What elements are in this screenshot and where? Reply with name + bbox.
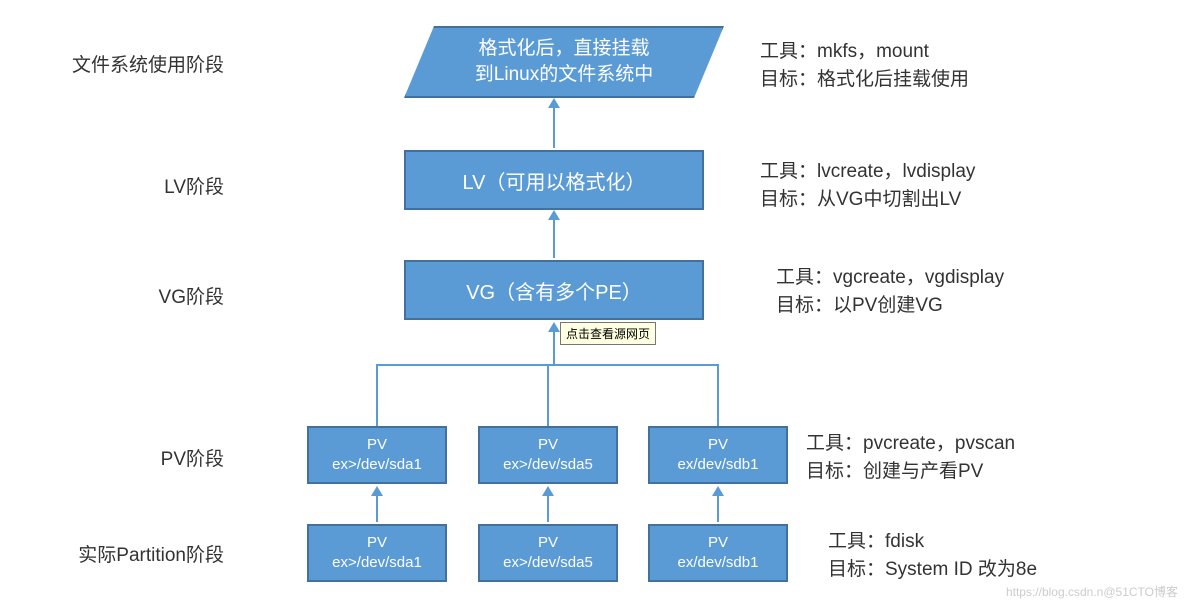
desc-fs-target: 目标：格式化后挂载使用 — [760, 66, 969, 94]
box-pv1-line1: PV — [367, 435, 387, 455]
desc-part: 工具：fdisk 目标：System ID 改为8e — [828, 528, 1037, 583]
box-part2-line1: PV — [538, 533, 558, 553]
arrow-part1-to-pv1 — [376, 494, 378, 522]
box-vg-text: VG（含有多个PE） — [466, 276, 642, 305]
stage-label-pv: PV阶段 — [24, 444, 224, 471]
desc-lv: 工具：lvcreate，lvdisplay 目标：从VG中切割出LV — [760, 158, 975, 213]
desc-pv-target: 目标：创建与产看PV — [806, 458, 1015, 486]
arrow-lv-to-fs — [553, 106, 555, 148]
box-pv1: PV ex>/dev/sda1 — [307, 426, 447, 484]
box-pv3-line2: ex/dev/sdb1 — [678, 455, 759, 475]
box-part2: PV ex>/dev/sda5 — [478, 524, 618, 582]
connector-v3 — [717, 364, 719, 426]
box-pv3-line1: PV — [708, 435, 728, 455]
desc-vg: 工具：vgcreate，vgdisplay 目标：以PV创建VG — [776, 264, 1004, 319]
desc-fs-tools: 工具：mkfs，mount — [760, 38, 969, 66]
box-part3: PV ex/dev/sdb1 — [648, 524, 788, 582]
box-fs: 格式化后，直接挂载 到Linux的文件系统中 — [404, 26, 724, 98]
watermark: https://blog.csdn.n@51CTO博客 — [1006, 583, 1178, 600]
box-part1-line1: PV — [367, 533, 387, 553]
box-pv2-line2: ex>/dev/sda5 — [503, 455, 593, 475]
desc-lv-target: 目标：从VG中切割出LV — [760, 186, 975, 214]
box-pv2-line1: PV — [538, 435, 558, 455]
arrow-vg-to-lv — [553, 218, 555, 258]
connector-v2 — [547, 364, 549, 426]
stage-label-fs: 文件系统使用阶段 — [24, 50, 224, 77]
arrow-hub-to-vg — [553, 330, 555, 364]
desc-lv-tools: 工具：lvcreate，lvdisplay — [760, 158, 975, 186]
arrow-part2-to-pv2 — [547, 494, 549, 522]
stage-label-lv: LV阶段 — [24, 172, 224, 199]
box-part1-line2: ex>/dev/sda1 — [332, 553, 422, 573]
box-lv-text: LV（可用以格式化） — [463, 166, 646, 195]
connector-v1 — [376, 364, 378, 426]
desc-fs: 工具：mkfs，mount 目标：格式化后挂载使用 — [760, 38, 969, 93]
box-part3-line2: ex/dev/sdb1 — [678, 553, 759, 573]
box-pv3: PV ex/dev/sdb1 — [648, 426, 788, 484]
box-fs-line1: 格式化后，直接挂载 — [475, 36, 653, 62]
box-part3-line1: PV — [708, 533, 728, 553]
box-vg: VG（含有多个PE） — [404, 260, 704, 320]
arrow-part3-to-pv3 — [717, 494, 719, 522]
desc-vg-target: 目标：以PV创建VG — [776, 292, 1004, 320]
box-lv: LV（可用以格式化） — [404, 150, 704, 210]
desc-vg-tools: 工具：vgcreate，vgdisplay — [776, 264, 1004, 292]
stage-label-part: 实际Partition阶段 — [24, 540, 224, 567]
box-pv2: PV ex>/dev/sda5 — [478, 426, 618, 484]
box-pv1-line2: ex>/dev/sda1 — [332, 455, 422, 475]
desc-part-target: 目标：System ID 改为8e — [828, 556, 1037, 584]
box-fs-line2: 到Linux的文件系统中 — [475, 62, 653, 88]
desc-part-tools: 工具：fdisk — [828, 528, 1037, 556]
box-part2-line2: ex>/dev/sda5 — [503, 553, 593, 573]
tooltip-view-source[interactable]: 点击查看源网页 — [560, 322, 656, 345]
stage-label-vg: VG阶段 — [24, 282, 224, 309]
desc-pv: 工具：pvcreate，pvscan 目标：创建与产看PV — [806, 430, 1015, 485]
box-part1: PV ex>/dev/sda1 — [307, 524, 447, 582]
desc-pv-tools: 工具：pvcreate，pvscan — [806, 430, 1015, 458]
